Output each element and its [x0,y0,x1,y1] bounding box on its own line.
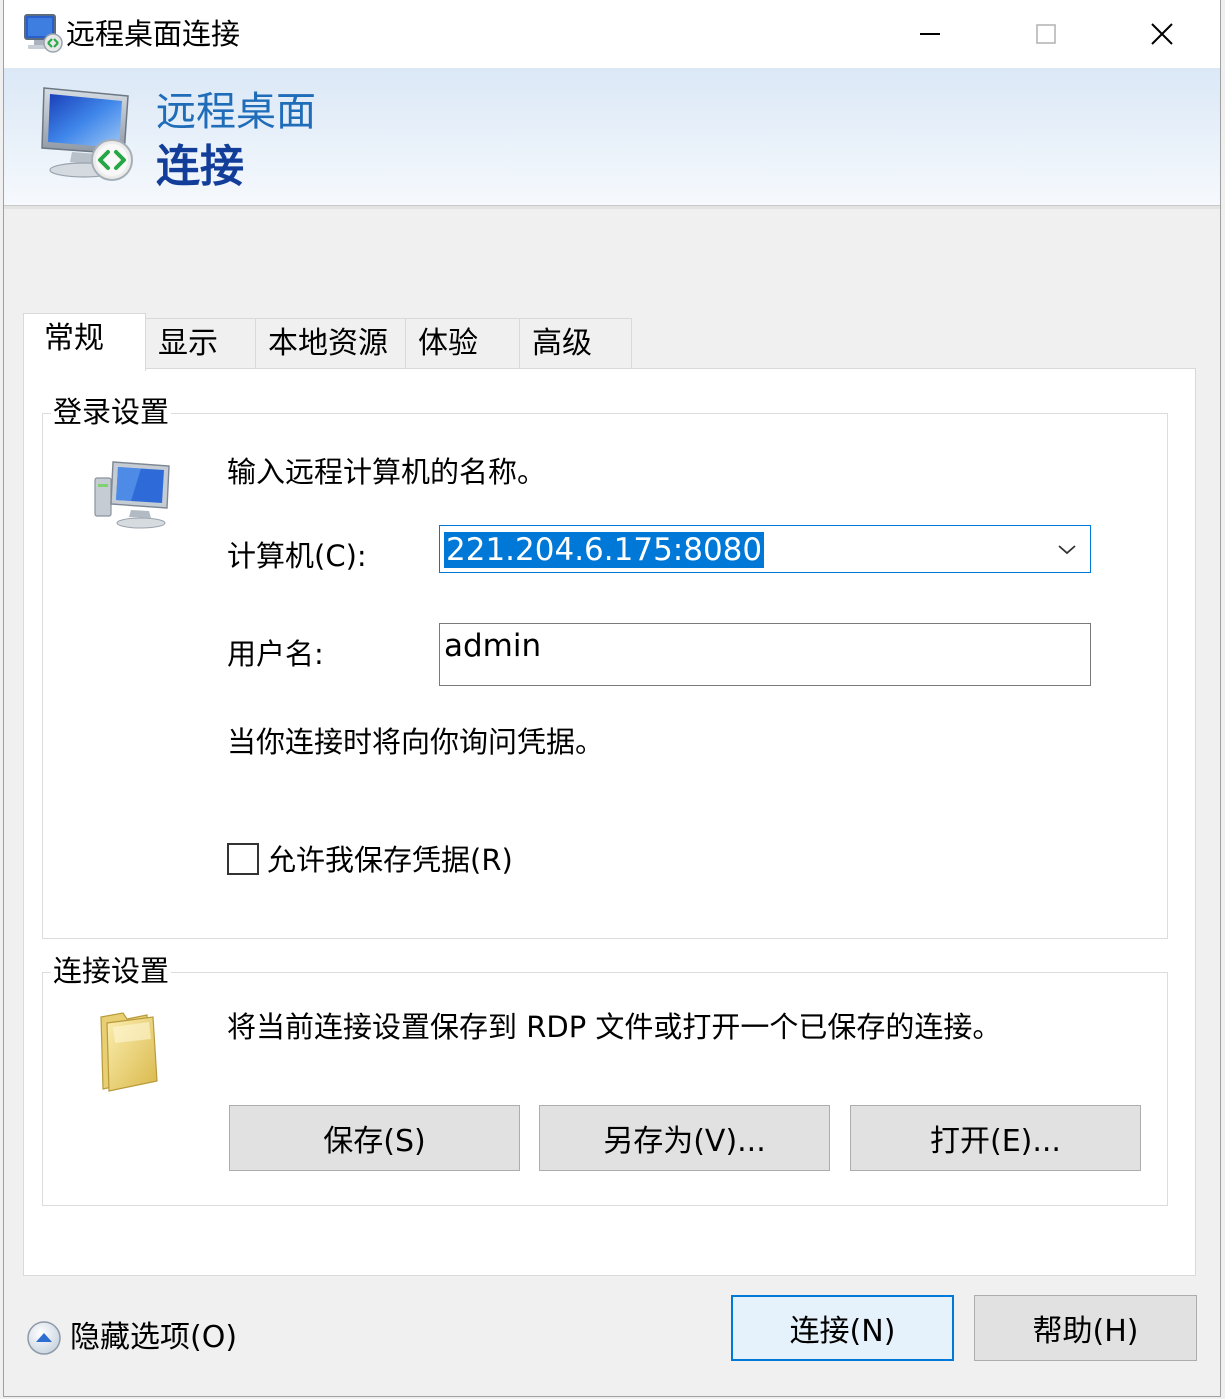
save-credentials-checkbox[interactable] [227,843,259,875]
save-credentials-label[interactable]: 允许我保存凭据(R) [267,842,513,878]
tab-label: 高级 [532,326,592,361]
connect-button[interactable]: 连接(N) [731,1295,954,1361]
remote-desktop-icon [24,14,63,53]
save-button[interactable]: 保存(S) [229,1105,520,1171]
username-field[interactable]: admin [439,623,1091,686]
username-input[interactable]: admin [444,628,541,664]
hide-options-label[interactable]: 隐藏选项(O) [70,1318,237,1358]
tab-label: 体验 [418,326,478,361]
computer-combobox[interactable]: 221.204.6.175:8080 [439,525,1091,573]
close-button[interactable] [1104,0,1220,68]
minimize-button[interactable] [872,0,988,68]
chevron-down-icon[interactable] [1056,538,1078,560]
close-icon [1151,23,1173,45]
minimize-icon [920,33,940,35]
banner-title-line1: 远程桌面 [156,89,316,135]
tab-label: 常规 [44,321,104,356]
computer-icon [94,461,170,529]
tab-advanced[interactable]: 高级 [519,318,632,370]
title-bar[interactable]: 远程桌面连接 [4,0,1220,68]
chevron-up-circle-icon[interactable] [26,1320,62,1356]
tab-panel-general: 登录设置 输入远程计算机的名称。 计算机(C): 221.204.6.175:8… [23,368,1196,1276]
connection-description: 将当前连接设置保存到 RDP 文件或打开一个已保存的连接。 [227,1010,1002,1044]
rdp-window: 远程桌面连接 远程桌面 连接 常规 显示 本地资源 体验 高级 登录设置 输入远… [3,0,1221,1397]
hide-options-toggle[interactable]: 隐藏选项(O) [26,1318,237,1358]
computer-label: 计算机(C): [227,539,367,573]
tab-label: 显示 [158,326,218,361]
connection-settings-legend: 连接设置 [51,953,172,989]
tab-general[interactable]: 常规 [23,313,146,371]
login-settings-group: 登录设置 输入远程计算机的名称。 计算机(C): 221.204.6.175:8… [42,394,1168,939]
tab-display[interactable]: 显示 [145,318,256,370]
credential-note: 当你连接时将向你询问凭据。 [227,725,605,759]
remote-desktop-monitor-icon [41,87,133,181]
login-settings-legend: 登录设置 [51,394,172,430]
save-as-button[interactable]: 另存为(V)... [539,1105,830,1171]
tab-experience[interactable]: 体验 [405,318,520,370]
connection-settings-group: 连接设置 将当前连接设置保存到 RDP 文件或打开一个已保存的连接。 保存(S)… [42,953,1168,1206]
computer-input[interactable]: 221.204.6.175:8080 [444,532,765,568]
help-button[interactable]: 帮助(H) [974,1295,1197,1361]
window-title: 远程桌面连接 [66,17,241,51]
username-label: 用户名: [227,637,324,671]
maximize-button[interactable] [988,0,1104,68]
folder-icon [100,1012,158,1092]
tab-label: 本地资源 [268,326,388,361]
open-button[interactable]: 打开(E)... [850,1105,1141,1171]
header-banner: 远程桌面 连接 [4,68,1220,209]
banner-title-line2: 连接 [156,141,244,192]
maximize-icon [1036,24,1056,44]
login-prompt: 输入远程计算机的名称。 [227,455,547,489]
tab-local-resources[interactable]: 本地资源 [255,318,406,370]
